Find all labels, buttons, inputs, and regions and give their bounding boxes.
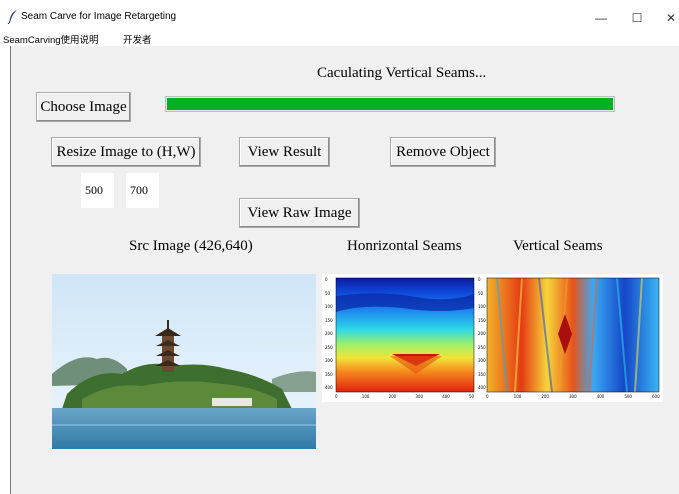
progress-bar-fill: [167, 98, 613, 110]
vertical-plot-ytick-tick-2: 100: [478, 304, 486, 309]
maximize-icon: ☐: [631, 11, 643, 25]
horizontal-plot-ytick-tick-7: 350: [325, 371, 333, 377]
choose-image-button[interactable]: Choose Image: [36, 92, 131, 122]
vertical-seams-image: [486, 277, 660, 393]
horizontal-plot-ytick-tick-3: 150: [325, 317, 333, 323]
horizontal-plot-xtick-tick-1: 100: [361, 394, 370, 399]
height-input[interactable]: [81, 173, 114, 208]
vertical-plot-ytick-tick-4: 200: [478, 331, 486, 336]
src-image-label: Src Image (426,640): [129, 238, 253, 254]
maximize-button[interactable]: ☐: [622, 8, 652, 28]
vertical-plot-ytick-tick-8: 400: [478, 385, 486, 390]
horizontal-plot-ytick-tick-6: 300: [325, 358, 333, 363]
width-input[interactable]: [126, 173, 159, 208]
menu-usage-guide[interactable]: SeamCarving使用说明: [3, 32, 99, 46]
horizontal-seams-image: [335, 277, 475, 393]
horizontal-plot-ytick-tick-1: 50: [325, 290, 331, 296]
view-result-button[interactable]: View Result: [239, 137, 330, 167]
horizontal-plot-xtick-tick-5: 50: [469, 394, 475, 399]
vertical-plot-ytick-tick-6: 300: [478, 358, 486, 363]
minimize-icon: —: [595, 11, 607, 25]
vertical-plot-ytick-tick-3: 150: [478, 317, 486, 323]
horizontal-plot-ytick-tick-4: 200: [325, 331, 333, 336]
horizontal-plot-xtick-tick-4: 400: [442, 394, 450, 399]
menu-developer[interactable]: 开发者: [123, 32, 152, 46]
vertical-plot-ytick-tick-0: 0: [478, 277, 481, 282]
vertical-plot-xtick-tick-1: 100: [513, 394, 522, 399]
src-image: [52, 274, 316, 449]
resize-image-button[interactable]: Resize Image to (H,W): [51, 137, 201, 167]
vertical-plot-xtick-tick-5: 500: [624, 394, 632, 399]
horizontal-plot-ytick-tick-2: 100: [325, 304, 333, 309]
window-title: Seam Carve for Image Retargeting: [21, 11, 177, 22]
status-text: Caculating Vertical Seams...: [317, 65, 487, 81]
horizontal-plot-xtick-tick-0: 0: [335, 394, 338, 399]
remove-object-button[interactable]: Remove Object: [390, 137, 496, 167]
vertical-plot-xtick-tick-4: 400: [596, 394, 605, 399]
minimize-button[interactable]: —: [586, 8, 616, 28]
vertical-seams-plot: 0 50 100 150 200 250 300 350 400 0 100 200 300 400 50…: [477, 274, 663, 402]
horizontal-plot-xtick-tick-3: 300: [415, 394, 424, 399]
progress-bar: [165, 96, 615, 112]
vertical-plot-xtick-tick-0: 0: [486, 394, 489, 399]
feather-icon: [7, 10, 17, 24]
vertical-plot-ytick-tick-1: 50: [478, 290, 484, 296]
view-raw-image-button[interactable]: View Raw Image: [239, 198, 360, 228]
vertical-plot-ytick-tick-5: 250: [478, 344, 486, 350]
vertical-seams-label: Vertical Seams: [513, 238, 603, 254]
vertical-plot-ytick-tick-7: 350: [478, 371, 486, 377]
vertical-plot-xtick-tick-3: 300: [569, 394, 577, 399]
horizontal-seams-plot: 0 50 100 150 200 250 300 350 400 0 100 200 300 400 50: [322, 274, 480, 402]
vertical-plot-xtick-tick-6: 600: [652, 394, 660, 399]
horizontal-plot-ytick-tick-5: 250: [325, 344, 333, 350]
horizontal-plot-ytick-tick-8: 400: [325, 385, 333, 390]
close-button[interactable]: ✕: [656, 8, 679, 28]
close-icon: ✕: [665, 11, 677, 25]
menu-bar: [0, 30, 679, 46]
horizontal-plot-xtick-tick-2: 200: [388, 394, 397, 399]
horizontal-seams-label: Honrizontal Seams: [347, 238, 462, 254]
horizontal-plot-ytick-tick-0: 0: [325, 277, 328, 282]
vertical-plot-xtick-tick-2: 200: [541, 394, 549, 399]
